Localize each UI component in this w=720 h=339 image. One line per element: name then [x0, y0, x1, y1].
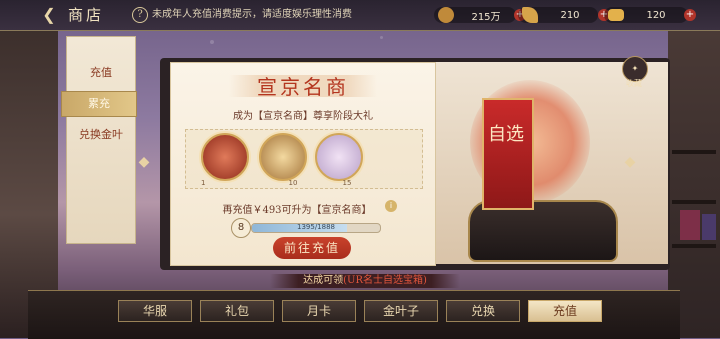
top-bar: ❮ 商店 ? 未成年人充值消费提示，请适度娱乐理性消费 215万 + 210 +… — [0, 0, 720, 31]
tab-gift-pack[interactable]: 礼包 — [200, 300, 274, 322]
side-tab-panel: 充值 累充 兑换金叶 — [61, 36, 137, 244]
sky-star — [380, 36, 383, 39]
next-arrow-icon[interactable]: ◆ — [622, 154, 638, 170]
notice-text: 未成年人充值消费提示，请适度娱乐理性消费 — [152, 9, 352, 20]
crystal-shell-icon[interactable] — [315, 133, 363, 181]
tab-monthly-card[interactable]: 月卡 — [282, 300, 356, 322]
golden-leaf-icon — [522, 7, 538, 23]
shelf — [672, 200, 716, 204]
copper-amount: 215万 — [471, 11, 501, 23]
item-count: 15 — [342, 179, 352, 187]
prev-arrow-icon[interactable]: ◆ — [136, 154, 152, 170]
recharge-progress-bar: 1395/1888 — [251, 223, 381, 233]
reward-strip: 达成可领(UR名士自选宝箱) — [270, 274, 460, 288]
tab-exchange[interactable]: 兑换 — [446, 300, 520, 322]
tab-recharge[interactable]: 充值 — [528, 300, 602, 322]
leaf-amount: 210 — [560, 9, 580, 21]
currency-copper: 215万 + — [438, 6, 526, 24]
copper-coin-icon — [438, 7, 454, 23]
card-subtitle: 成为【宣京名商】尊享阶段大礼 — [233, 111, 373, 122]
reward-strip-highlight: (UR名士自选宝箱) — [343, 275, 427, 286]
side-tab-recharge[interactable]: 充值 — [67, 61, 135, 85]
reward-strip-prefix: 达成可领 — [303, 275, 344, 286]
gift-box — [680, 210, 700, 240]
red-token-icon[interactable] — [201, 133, 249, 181]
currency-ingot: 120 + — [608, 6, 696, 24]
go-recharge-button[interactable]: 前往充值 — [273, 237, 351, 259]
side-tab-exchange-leaf[interactable]: 兑换金叶 — [67, 123, 135, 147]
vip-level-badge: 8 — [231, 218, 251, 238]
info-icon[interactable]: i — [385, 200, 397, 212]
currency-leaf: 210 + — [522, 6, 610, 24]
item-count: 10 — [288, 179, 298, 187]
item-count: 1 — [201, 179, 206, 187]
back-arrow-icon[interactable]: ❮ — [36, 5, 62, 25]
tab-golden-leaf[interactable]: 金叶子 — [364, 300, 438, 322]
help-icon[interactable]: ? — [132, 7, 148, 23]
sky-star — [210, 40, 214, 44]
gold-ingot-icon — [608, 9, 624, 21]
gift-box — [702, 214, 716, 240]
scroll-text: 自选 — [488, 124, 524, 145]
ingot-amount: 120 — [646, 9, 666, 21]
tab-costume[interactable]: 华服 — [118, 300, 192, 322]
page-title: 商店 — [68, 6, 105, 24]
add-ingot-button[interactable]: + — [684, 9, 696, 21]
golden-hairpin-icon[interactable] — [259, 133, 307, 181]
collection-label: 收藏 — [626, 79, 642, 88]
side-tab-cumulative[interactable]: 累充 — [61, 91, 137, 117]
card-title: 宣京名商 — [257, 75, 349, 99]
shelf — [672, 244, 716, 248]
reward-card: 宣京名商 成为【宣京名商】尊享阶段大礼 1 10 15 再充值￥493可升为【宣… — [170, 62, 436, 266]
shelf — [672, 150, 716, 154]
progress-text: 1395/1888 — [297, 223, 335, 231]
red-scroll — [482, 98, 534, 210]
